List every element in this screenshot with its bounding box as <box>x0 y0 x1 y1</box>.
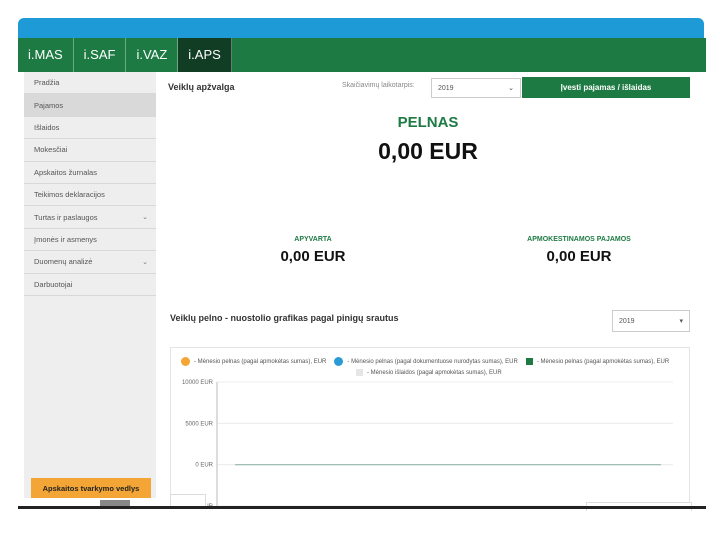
chevron-down-icon: ⌄ <box>508 85 514 92</box>
sidebar-item-label: Pradžia <box>34 78 60 88</box>
turnover-label: APYVARTA <box>294 236 332 243</box>
chevron-down-icon: ▾ <box>679 318 683 325</box>
top-navbar: i.MAS i.SAF i.VAZ i.APS <box>18 38 706 72</box>
y-tick-label: 0 EUR <box>195 463 213 469</box>
sidebar-item-islaidos[interactable]: Išlaidos <box>24 117 156 140</box>
chart-title: Veiklų pelno - nuostolio grafikas pagal … <box>170 313 399 323</box>
add-income-expense-button[interactable]: Įvesti pajamas / išlaidas <box>522 77 690 98</box>
sidebar: Pradžia Pajamos Išlaidos Mokesčiai Apska… <box>24 72 156 498</box>
period-select[interactable]: 2019 ⌄ <box>431 78 521 98</box>
sidebar-item-label: Pajamos <box>34 100 64 110</box>
chevron-down-icon: ⌄ <box>142 214 148 222</box>
top-accent-bar <box>18 18 704 38</box>
sidebar-item-pajamos[interactable]: Pajamos <box>24 94 156 117</box>
sidebar-item-label: Apskaitos žurnalas <box>34 167 97 177</box>
tab-ivaz[interactable]: i.VAZ <box>126 38 179 72</box>
page-title: Veiklų apžvalga <box>168 82 235 92</box>
sidebar-item-pradzia[interactable]: Pradžia <box>24 72 156 95</box>
sidebar-item-label: Duomenų analizė <box>34 257 93 267</box>
sidebar-item-darbuotojai[interactable]: Darbuotojai <box>24 274 156 296</box>
chart-year-value: 2019 <box>619 317 635 325</box>
chevron-down-icon: ⌄ <box>142 258 148 266</box>
sidebar-item-turtas[interactable]: Turtas ir paslaugos ⌄ <box>24 206 156 229</box>
sidebar-item-zurnalas[interactable]: Apskaitos žurnalas <box>24 162 156 184</box>
taxable-income-value: 0,00 EUR <box>546 248 612 265</box>
app-frame: i.MAS i.SAF i.VAZ i.APS Pradžia Pajamos … <box>18 38 706 508</box>
period-select-value: 2019 <box>438 84 454 92</box>
chart-card: - Mėnesio pelnas (pagal apmokėtas sumas)… <box>170 347 690 508</box>
y-tick-label: 10000 EUR <box>182 380 214 386</box>
tab-isaf[interactable]: i.SAF <box>74 38 127 72</box>
taxable-income-label: APMOKESTINAMOS PAJAMOS <box>527 236 631 243</box>
bottom-divider <box>18 506 706 509</box>
sidebar-item-label: Mokesčiai <box>34 145 68 155</box>
sidebar-item-analize[interactable]: Duomenų analizė ⌄ <box>24 251 156 274</box>
sidebar-item-label: Įmonės ir asmenys <box>34 234 97 244</box>
sidebar-item-deklaracijos[interactable]: Teikimos deklaracijos <box>24 184 156 207</box>
sidebar-item-label: Darbuotojai <box>34 279 73 289</box>
sidebar-item-imones[interactable]: Įmonės ir asmenys <box>24 229 156 252</box>
accounting-wizard-button[interactable]: Apskaitos tvarkymo vedlys <box>31 478 151 498</box>
profit-value: 0,00 EUR <box>378 138 478 164</box>
period-label: Skaičiavimų laikotarpis: <box>342 82 415 89</box>
sidebar-item-label: Turtas ir paslaugos <box>34 212 98 222</box>
profit-loss-chart: 10000 EUR5000 EUR0 EUR-5000 EUR2019-0120… <box>182 380 673 508</box>
y-tick-label: 5000 EUR <box>185 421 213 427</box>
sidebar-item-label: Išlaidos <box>34 122 60 132</box>
tab-iaps[interactable]: i.APS <box>178 38 232 72</box>
chart-year-select[interactable]: 2019 ▾ <box>612 310 690 332</box>
tab-imas[interactable]: i.MAS <box>18 38 74 72</box>
sidebar-item-label: Teikimos deklaracijos <box>34 190 105 200</box>
main-content: Veiklų apžvalga Skaičiavimų laikotarpis:… <box>168 72 706 508</box>
sidebar-item-mokesciai[interactable]: Mokesčiai <box>24 139 156 162</box>
turnover-value: 0,00 EUR <box>280 248 346 265</box>
profit-label: PELNAS <box>397 114 459 131</box>
